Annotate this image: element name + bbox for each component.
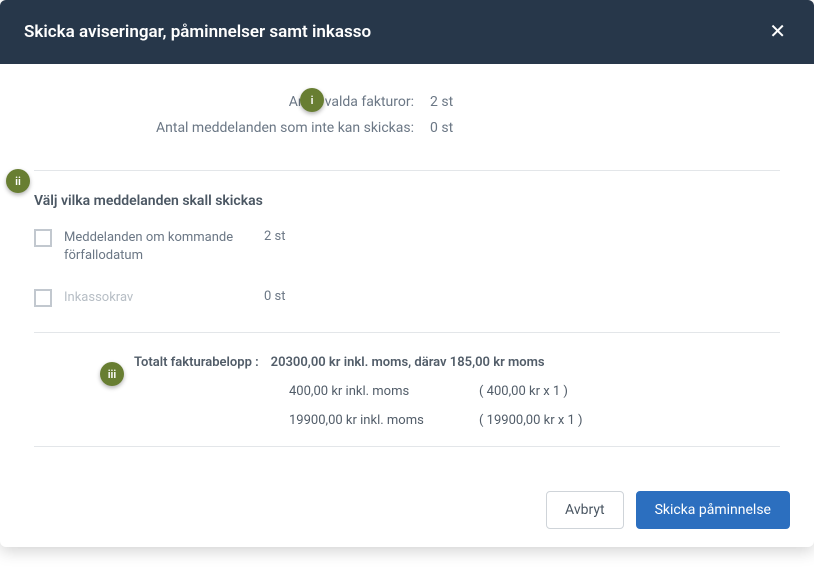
modal-header: Skicka aviseringar, påminnelser samt ink… — [0, 0, 814, 64]
submit-button[interactable]: Skicka påminnelse — [636, 491, 790, 529]
option-row-1: Inkassokrav 0 st — [34, 289, 780, 307]
info-row-unsendable: Antal meddelanden som inte kan skickas: … — [34, 120, 780, 136]
info-invoices-value: 2 st — [430, 94, 780, 110]
totals-label: Totalt fakturabelopp : — [134, 355, 259, 370]
option-count-0: 2 st — [264, 229, 286, 244]
modal: Skicka aviseringar, påminnelser samt ink… — [0, 0, 814, 547]
info-unsendable-label: Antal meddelanden som inte kan skickas: — [156, 120, 414, 136]
totals-summary: 20300,00 kr inkl. moms, därav 185,00 kr … — [271, 355, 545, 370]
totals-section: Totalt fakturabelopp : 20300,00 kr inkl.… — [34, 355, 780, 428]
totals-line-0: 400,00 kr inkl. moms ( 400,00 kr x 1 ) — [289, 384, 780, 399]
close-button[interactable]: ✕ — [765, 18, 790, 46]
close-icon: ✕ — [769, 21, 786, 43]
section-title: Välj vilka meddelanden skall skickas — [34, 193, 780, 209]
totals-lines: 400,00 kr inkl. moms ( 400,00 kr x 1 ) 1… — [134, 384, 780, 428]
checkbox-inkasso[interactable] — [34, 289, 52, 307]
divider-2 — [34, 332, 780, 333]
info-row-invoices: Antal valda fakturor: 2 st — [34, 94, 780, 110]
info-unsendable-value: 0 st — [430, 120, 780, 136]
modal-footer: Avbryt Skicka påminnelse — [0, 479, 814, 547]
totals-line-1-amount: 19900,00 kr inkl. moms — [289, 413, 479, 428]
annotation-badge-iii: iii — [100, 362, 124, 386]
totals-line-1-calc: ( 19900,00 kr x 1 ) — [479, 413, 583, 428]
modal-title: Skicka aviseringar, påminnelser samt ink… — [24, 22, 371, 42]
option-row-0: Meddelanden om kommande förfallodatum 2 … — [34, 229, 780, 265]
cancel-button[interactable]: Avbryt — [546, 491, 624, 529]
totals-summary-row: Totalt fakturabelopp : 20300,00 kr inkl.… — [134, 355, 780, 370]
divider-1 — [34, 170, 780, 171]
annotation-badge-ii: ii — [6, 169, 30, 193]
modal-body: Antal valda fakturor: 2 st Antal meddela… — [0, 64, 814, 479]
info-section: Antal valda fakturor: 2 st Antal meddela… — [34, 88, 780, 170]
option-label-1: Inkassokrav — [64, 289, 264, 307]
checkbox-upcoming-due[interactable] — [34, 229, 52, 247]
annotation-badge-i: i — [300, 88, 324, 112]
totals-line-0-calc: ( 400,00 kr x 1 ) — [479, 384, 568, 399]
totals-line-0-amount: 400,00 kr inkl. moms — [289, 384, 479, 399]
divider-3 — [34, 446, 780, 447]
totals-line-1: 19900,00 kr inkl. moms ( 19900,00 kr x 1… — [289, 413, 780, 428]
option-label-0: Meddelanden om kommande förfallodatum — [64, 229, 264, 265]
option-count-1: 0 st — [264, 289, 286, 304]
